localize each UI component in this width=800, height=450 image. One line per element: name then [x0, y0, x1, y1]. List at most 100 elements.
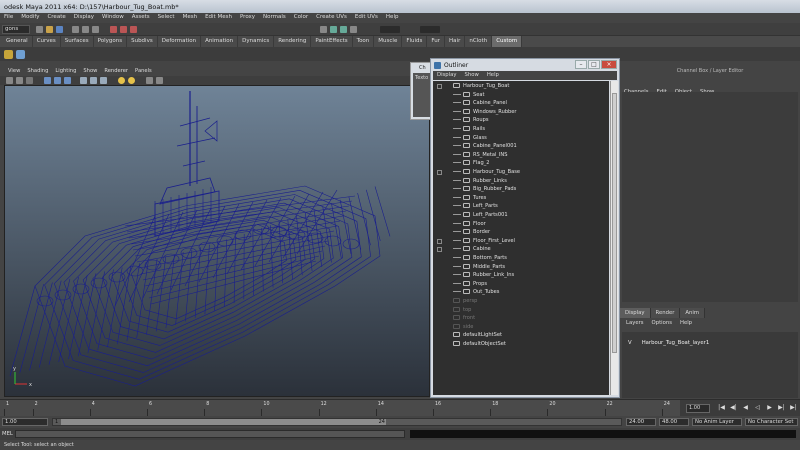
outliner-item[interactable]: Roups — [453, 117, 489, 125]
outliner-title-bar[interactable]: Outliner – □ × — [431, 59, 619, 71]
menu-proxy[interactable]: Proxy — [240, 14, 255, 22]
new-scene-icon[interactable] — [36, 26, 43, 33]
outliner-item[interactable]: Rails — [453, 126, 485, 134]
bookmark-icon[interactable] — [16, 77, 23, 84]
layer-tab-display[interactable]: Display — [620, 308, 651, 318]
menu-assets[interactable]: Assets — [132, 14, 150, 22]
numeric-input-field[interactable] — [420, 26, 440, 33]
menu-edit-uvs[interactable]: Edit UVs — [355, 14, 378, 22]
play-forwards-icon[interactable]: ▶ — [766, 404, 773, 412]
expand-toggle[interactable] — [437, 247, 442, 253]
outliner-item[interactable]: defaultObjectSet — [453, 341, 506, 349]
step-back-key-icon[interactable]: ◀| — [730, 404, 737, 412]
outliner-item[interactable]: front — [453, 315, 475, 323]
outliner-item[interactable]: persp — [453, 298, 477, 306]
expand-toggle[interactable] — [437, 170, 442, 175]
layer-row[interactable]: V Harbour_Tug_Boat_layer1 — [622, 338, 798, 348]
outliner-menu-help[interactable]: Help — [487, 72, 499, 79]
shelf-tab-rendering[interactable]: Rendering — [274, 36, 312, 47]
menu-modify[interactable]: Modify — [21, 14, 39, 22]
outliner-item[interactable]: Border — [453, 229, 490, 237]
outliner-item[interactable]: Left_Parts001 — [453, 212, 508, 220]
menu-display[interactable]: Display — [74, 14, 94, 22]
playback-end-field[interactable]: 24.00 — [626, 418, 656, 426]
menu-select[interactable]: Select — [158, 14, 175, 22]
menu-set-selector[interactable]: gons — [2, 25, 30, 34]
outliner-item[interactable]: Rubber_Link_Ins — [453, 272, 514, 280]
outliner-item[interactable]: Floor_First_Level — [453, 237, 515, 246]
isolate-select-icon[interactable] — [156, 77, 163, 84]
menu-mesh[interactable]: Mesh — [183, 14, 197, 22]
command-input[interactable] — [15, 430, 405, 438]
open-scene-icon[interactable] — [46, 26, 53, 33]
menu-file[interactable]: File — [4, 14, 13, 22]
expand-toggle[interactable] — [437, 238, 442, 244]
shelf-tab-subdivs[interactable]: Subdivs — [127, 36, 158, 47]
select-hierarchy-icon[interactable] — [72, 26, 79, 33]
select-object-icon[interactable] — [82, 26, 89, 33]
outliner-item[interactable]: Big_Rubber_Pads — [453, 186, 516, 194]
shelf-item-icon[interactable] — [4, 50, 13, 59]
outliner-item[interactable]: Cabine_Panel001 — [453, 143, 517, 151]
step-back-frame-icon[interactable]: ◀ — [742, 404, 749, 412]
default-light-icon[interactable] — [118, 77, 125, 84]
outliner-item[interactable]: Harbour_Tug_Base — [453, 169, 520, 177]
outliner-scrollbar[interactable] — [610, 81, 618, 395]
layer-tab-render[interactable]: Render — [650, 308, 681, 318]
shelf-tab-ncloth[interactable]: nCloth — [465, 36, 493, 47]
shelf-tab-curves[interactable]: Curves — [33, 36, 61, 47]
shelf-tab-toon[interactable]: Toon — [353, 36, 375, 47]
menu-help[interactable]: Help — [386, 14, 399, 22]
play-backwards-icon[interactable]: ◁ — [754, 404, 761, 412]
textured-icon[interactable] — [100, 77, 107, 84]
select-component-icon[interactable] — [92, 26, 99, 33]
animation-end-field[interactable]: 48.00 — [659, 418, 689, 426]
outliner-item[interactable]: Glass — [453, 134, 487, 143]
outliner-item[interactable]: RS_Metal_INS — [453, 151, 507, 160]
outliner-item[interactable]: Middle_Parts — [453, 263, 505, 272]
shelf-tab-animation[interactable]: Animation — [201, 36, 239, 47]
shelf-tab-dynamics[interactable]: Dynamics — [238, 36, 275, 47]
expand-toggle[interactable] — [437, 84, 442, 89]
shelf-tab-deformation[interactable]: Deformation — [158, 36, 202, 47]
layer-tab-anim[interactable]: Anim — [680, 308, 706, 318]
outliner-item[interactable]: Out_Tubes — [453, 289, 499, 297]
shelf-tab-hair[interactable]: Hair — [445, 36, 466, 47]
snap-point-icon[interactable] — [130, 26, 137, 33]
shelf-item-icon[interactable] — [16, 50, 25, 59]
go-to-end-icon[interactable]: ▶| — [790, 404, 797, 412]
shelf-tab-general[interactable]: General — [2, 36, 33, 47]
film-gate-icon[interactable] — [54, 77, 61, 84]
all-lights-icon[interactable] — [128, 77, 135, 84]
outliner-item[interactable]: Flag_2 — [453, 160, 490, 168]
resolution-gate-icon[interactable] — [64, 77, 71, 84]
time-slider-track[interactable]: 1 2 4 6 8 10 12 14 16 18 20 22 24 — [0, 400, 680, 417]
menu-edit-mesh[interactable]: Edit Mesh — [205, 14, 232, 22]
outliner-item[interactable]: Rubber_Links — [453, 177, 507, 186]
image-plane-icon[interactable] — [26, 77, 33, 84]
animation-start-field[interactable]: 1.00 — [2, 418, 48, 426]
shelf-tab-surfaces[interactable]: Surfaces — [61, 36, 94, 47]
character-set-selector[interactable]: No Character Set — [745, 418, 798, 426]
menu-create-uvs[interactable]: Create UVs — [316, 14, 347, 22]
render-settings-icon[interactable] — [350, 26, 357, 33]
outliner-item[interactable]: Cabine_Panel — [453, 100, 507, 108]
range-slider[interactable]: 24 1 — [52, 418, 622, 426]
ipr-render-icon[interactable] — [340, 26, 347, 33]
outliner-item[interactable]: Left_Parts — [453, 203, 498, 211]
layer-menu-help[interactable]: Help — [680, 320, 692, 326]
go-to-start-icon[interactable]: |◀ — [718, 404, 725, 412]
step-forward-frame-icon[interactable]: ▶| — [778, 404, 785, 412]
grid-icon[interactable] — [44, 77, 51, 84]
menu-color[interactable]: Color — [294, 14, 308, 22]
viewport-menu-renderer[interactable]: Renderer — [104, 68, 128, 76]
wireframe-icon[interactable] — [80, 77, 87, 84]
outliner-item[interactable]: defaultLightSet — [453, 332, 502, 340]
menu-window[interactable]: Window — [102, 14, 124, 22]
shelf-tab-fluids[interactable]: Fluids — [402, 36, 428, 47]
outliner-item[interactable]: Cabine — [453, 246, 491, 254]
viewport-menu-view[interactable]: View — [8, 68, 20, 76]
menu-create[interactable]: Create — [47, 14, 65, 22]
viewport-menu-panels[interactable]: Panels — [135, 68, 152, 76]
layer-visibility-toggle[interactable]: V — [628, 340, 640, 346]
